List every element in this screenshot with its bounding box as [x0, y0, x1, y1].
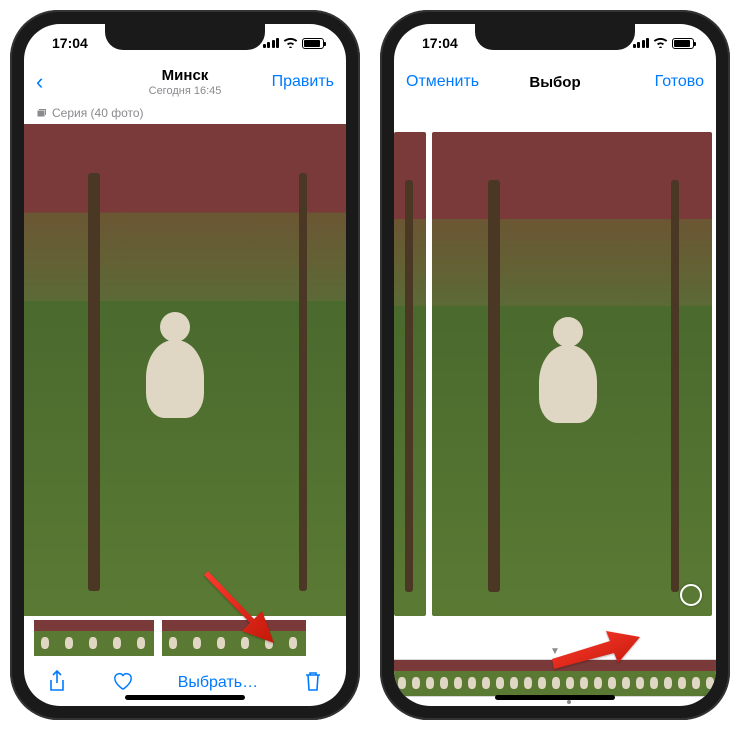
- thumbnail-current[interactable]: [562, 660, 576, 696]
- nav-title-group: Минск Сегодня 16:45: [116, 67, 254, 97]
- burst-badge: Серия (40 фото): [24, 102, 346, 124]
- thumbnail[interactable]: [632, 660, 646, 696]
- favorite-button[interactable]: [112, 671, 134, 696]
- phone-left: 17:04 ‹ Минск Сегодня 16:45 Править Сери…: [10, 10, 360, 720]
- nav-bar: Отменить Выбор Готово: [394, 62, 716, 102]
- selection-circle-icon[interactable]: [680, 584, 702, 606]
- thumbnail[interactable]: [234, 620, 258, 656]
- edit-button[interactable]: Править: [254, 73, 334, 91]
- burst-photo-current[interactable]: [432, 132, 712, 616]
- thumbnail[interactable]: [646, 660, 660, 696]
- chevron-left-icon: ‹: [36, 69, 43, 94]
- thumbnail[interactable]: [604, 660, 618, 696]
- burst-photo: [24, 124, 346, 616]
- nav-title: Минск: [116, 67, 254, 84]
- thumbnail[interactable]: [186, 620, 210, 656]
- thumbnail[interactable]: [436, 660, 450, 696]
- thumbnail[interactable]: [576, 660, 590, 696]
- current-dot-icon: [567, 700, 571, 704]
- back-button[interactable]: ‹: [36, 69, 116, 95]
- thumbnail[interactable]: [130, 620, 154, 656]
- thumbnail[interactable]: [422, 660, 436, 696]
- photo-selection-carousel[interactable]: [394, 102, 716, 646]
- cellular-signal-icon: [633, 38, 650, 48]
- thumbnail[interactable]: [394, 660, 408, 696]
- caret-down-icon: ▼: [550, 646, 560, 657]
- wifi-icon: [283, 36, 298, 51]
- thumbnail[interactable]: [590, 660, 604, 696]
- thumbnail[interactable]: [618, 660, 632, 696]
- share-button[interactable]: [46, 670, 68, 697]
- heart-icon: [112, 671, 134, 691]
- thumbnail[interactable]: [534, 660, 548, 696]
- thumbnail[interactable]: [162, 620, 186, 656]
- status-time: 17:04: [52, 35, 88, 51]
- thumbnail[interactable]: [464, 660, 478, 696]
- thumbnail[interactable]: [688, 660, 702, 696]
- status-indicators: [633, 36, 695, 51]
- notch: [105, 24, 265, 50]
- cellular-signal-icon: [263, 38, 280, 48]
- select-button[interactable]: Выбрать…: [178, 674, 258, 692]
- burst-label-text: Серия (40 фото): [52, 106, 144, 120]
- delete-button[interactable]: [302, 670, 324, 697]
- trash-icon: [304, 670, 322, 692]
- share-icon: [48, 670, 66, 692]
- thumbnail[interactable]: [408, 660, 422, 696]
- thumbnail[interactable]: [492, 660, 506, 696]
- home-indicator[interactable]: [125, 695, 245, 700]
- burst-stack-icon: [36, 107, 48, 119]
- thumbnail[interactable]: [258, 620, 282, 656]
- thumbnail[interactable]: [450, 660, 464, 696]
- thumbnail[interactable]: [548, 660, 562, 696]
- battery-icon: [302, 38, 324, 49]
- thumbnail[interactable]: [702, 660, 716, 696]
- cancel-button[interactable]: Отменить: [406, 73, 486, 91]
- thumbnail[interactable]: [282, 620, 306, 656]
- thumbnail[interactable]: [660, 660, 674, 696]
- notch: [475, 24, 635, 50]
- battery-icon: [672, 38, 694, 49]
- done-button[interactable]: Готово: [624, 73, 704, 91]
- thumbnail[interactable]: [210, 620, 234, 656]
- thumbnail[interactable]: [478, 660, 492, 696]
- thumbnail[interactable]: [674, 660, 688, 696]
- thumbnail[interactable]: [520, 660, 534, 696]
- burst-photo-prev[interactable]: [394, 132, 426, 616]
- wifi-icon: [653, 36, 668, 51]
- scrubber-strip[interactable]: [394, 659, 716, 697]
- nav-bar: ‹ Минск Сегодня 16:45 Править: [24, 62, 346, 102]
- home-indicator[interactable]: [495, 695, 615, 700]
- thumbnail[interactable]: [34, 620, 58, 656]
- nav-subtitle: Сегодня 16:45: [116, 85, 254, 97]
- nav-title: Выбор: [486, 74, 624, 91]
- thumbnail[interactable]: [106, 620, 130, 656]
- thumbnail[interactable]: [58, 620, 82, 656]
- screen: 17:04 Отменить Выбор Готово: [394, 24, 716, 706]
- filmstrip[interactable]: [24, 616, 346, 660]
- phone-right: 17:04 Отменить Выбор Готово: [380, 10, 730, 720]
- status-indicators: [263, 36, 325, 51]
- screen: 17:04 ‹ Минск Сегодня 16:45 Править Сери…: [24, 24, 346, 706]
- thumbnail[interactable]: [506, 660, 520, 696]
- nav-title-group: Выбор: [486, 74, 624, 91]
- photo-viewer[interactable]: [24, 124, 346, 616]
- status-time: 17:04: [422, 35, 458, 51]
- thumbnail[interactable]: [82, 620, 106, 656]
